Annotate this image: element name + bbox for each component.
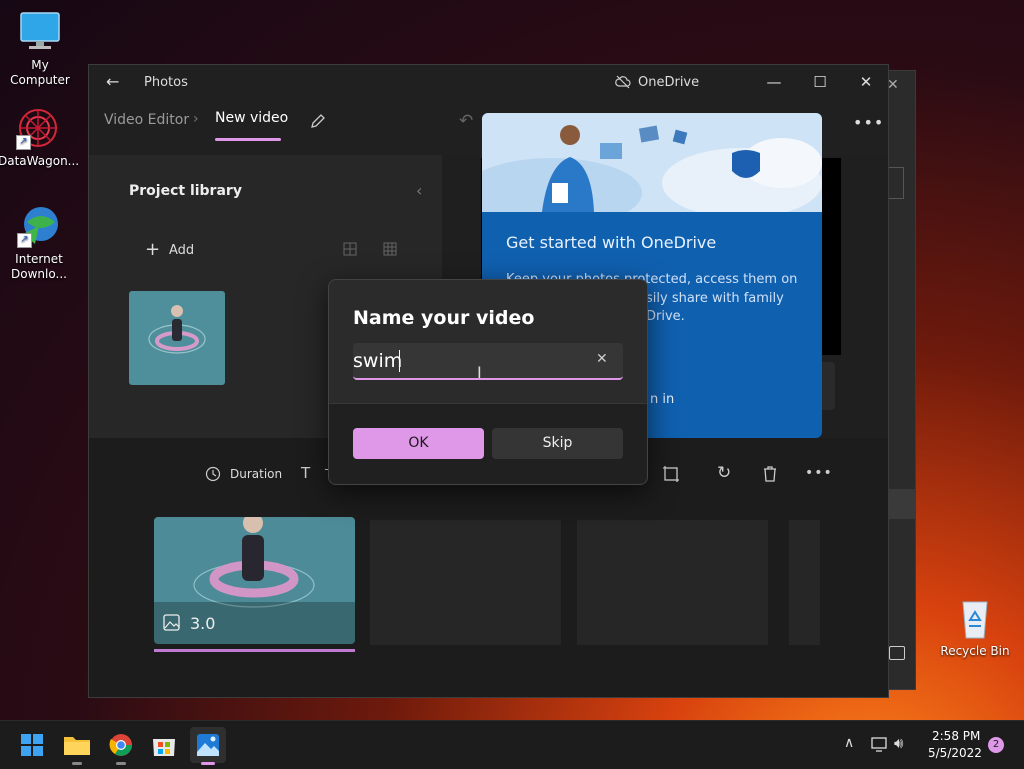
- desktop-icon-datawagon[interactable]: ↗ DataWagon...: [0, 106, 80, 169]
- video-name-value: swim: [353, 350, 403, 372]
- trash-icon[interactable]: [762, 465, 778, 487]
- chrome-button[interactable]: [103, 727, 139, 765]
- rotate-icon[interactable]: ↻: [717, 463, 731, 483]
- desktop-icon-label: DataWagon...: [0, 154, 80, 168]
- chevron-right-icon: ›: [193, 111, 199, 127]
- mouse-ibeam-cursor: I: [477, 363, 482, 382]
- duration-button[interactable]: Duration: [230, 467, 282, 481]
- pencil-icon[interactable]: [309, 112, 327, 134]
- grid-small-view-icon[interactable]: [383, 241, 397, 260]
- clip-selected-underline: [154, 649, 355, 652]
- desktop-icon-label: Internet Downlo...: [11, 252, 67, 281]
- volume-icon[interactable]: 🔊︎: [894, 734, 903, 752]
- display-icon: [889, 646, 905, 660]
- photos-app-button[interactable]: [190, 727, 226, 765]
- crop-icon[interactable]: [662, 465, 680, 487]
- onedrive-status-button[interactable]: OneDrive: [638, 75, 699, 90]
- recycle-bin-icon: [953, 596, 997, 640]
- empty-storyboard-slot: [577, 520, 768, 645]
- skip-button[interactable]: Skip: [492, 428, 623, 459]
- grid-view-icon[interactable]: [343, 241, 357, 260]
- title-bar: ← Photos OneDrive — ☐ ✕: [89, 65, 888, 99]
- plus-icon[interactable]: +: [145, 239, 160, 260]
- empty-storyboard-slot: [370, 520, 561, 645]
- clock-icon: [205, 466, 221, 486]
- clock-time[interactable]: 2:58 PM: [932, 729, 980, 743]
- storyboard-more-icon[interactable]: •••: [805, 465, 833, 481]
- onedrive-illustration: [482, 113, 822, 212]
- dialog-title: Name your video: [353, 307, 535, 329]
- running-indicator: [116, 762, 126, 765]
- onedrive-body-line: sily share with family: [646, 291, 784, 306]
- desktop-icon-recycle-bin[interactable]: Recycle Bin: [935, 596, 1015, 659]
- app-title: Photos: [144, 75, 188, 90]
- add-button[interactable]: Add: [169, 243, 194, 258]
- breadcrumb-underline: [215, 138, 281, 141]
- undo-icon[interactable]: ↶: [459, 111, 473, 131]
- minimize-button[interactable]: —: [751, 65, 797, 99]
- breadcrumb-video-editor[interactable]: Video Editor: [104, 112, 189, 128]
- shortcut-arrow-icon: ↗: [17, 233, 32, 248]
- file-explorer-button[interactable]: [59, 727, 95, 765]
- clear-input-icon[interactable]: ✕: [596, 351, 608, 367]
- clip-duration: 3.0: [190, 614, 216, 633]
- shortcut-arrow-icon: ↗: [16, 135, 31, 150]
- library-title: Project library: [129, 183, 242, 199]
- onedrive-sign-in-link[interactable]: n in: [650, 392, 674, 407]
- running-indicator: [72, 762, 82, 765]
- cloud-off-icon: [615, 74, 631, 93]
- desktop-icon-my-computer[interactable]: My Computer: [0, 10, 80, 88]
- empty-storyboard-slot: [789, 520, 820, 645]
- desktop-icon-label: My Computer: [10, 58, 70, 87]
- globe-download-icon: ↗: [17, 204, 61, 248]
- clock-date[interactable]: 5/5/2022: [928, 746, 982, 760]
- text-caret: [399, 350, 400, 372]
- close-button[interactable]: ✕: [843, 65, 888, 99]
- more-options-icon[interactable]: •••: [853, 113, 884, 132]
- ok-button[interactable]: OK: [353, 428, 484, 459]
- collapse-chevron-icon[interactable]: ‹: [416, 181, 422, 200]
- chevron-up-icon[interactable]: ∧: [844, 735, 854, 751]
- breadcrumb-new-video[interactable]: New video: [215, 110, 288, 126]
- onedrive-body-line: Drive.: [646, 309, 685, 324]
- taskbar: ∧ 🔊︎ 2:58 PM 5/5/2022 2: [0, 720, 1024, 769]
- microsoft-store-button[interactable]: [146, 727, 182, 763]
- desktop-icon-label: Recycle Bin: [940, 644, 1010, 658]
- back-arrow-icon[interactable]: ←: [106, 72, 119, 91]
- text-add-icon[interactable]: T: [301, 464, 310, 482]
- library-media-thumbnail[interactable]: [129, 291, 225, 385]
- video-name-input[interactable]: swim ✕: [353, 343, 623, 380]
- name-video-dialog: Name your video swim ✕ I OK Skip: [328, 279, 648, 485]
- storyboard-clip-card[interactable]: 3.0: [154, 517, 355, 644]
- datawagon-logo-icon: ↗: [16, 106, 60, 150]
- start-button[interactable]: [14, 727, 50, 763]
- network-icon[interactable]: [870, 736, 888, 756]
- desktop-icon-internet-download[interactable]: ↗ Internet Downlo...: [0, 204, 79, 282]
- image-icon: [163, 614, 180, 635]
- maximize-button[interactable]: ☐: [797, 65, 843, 99]
- monitor-icon: [18, 10, 62, 54]
- onedrive-heading: Get started with OneDrive: [506, 233, 717, 252]
- notification-badge[interactable]: 2: [988, 737, 1004, 753]
- active-indicator: [201, 762, 215, 765]
